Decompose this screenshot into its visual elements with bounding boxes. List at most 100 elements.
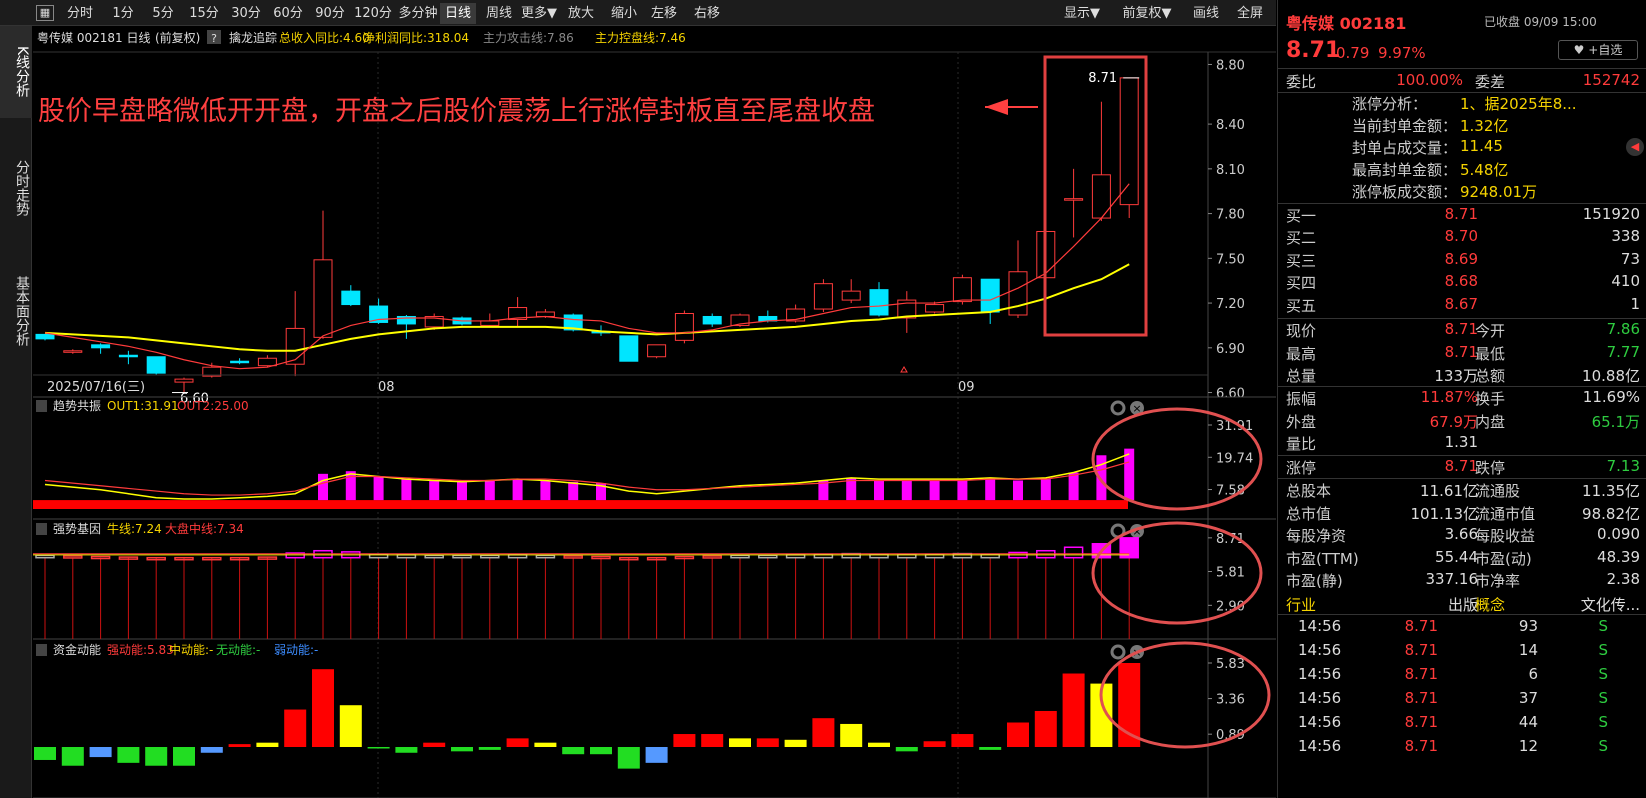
energy-bar-9 [284,709,307,747]
energy-bar-18 [534,742,557,747]
tick-side-4: S [1598,713,1608,731]
header-item-3: 主力控盘线:7.46 [595,30,686,45]
candle-body-33 [952,277,972,303]
tick-time-2: 14:56 [1298,665,1342,683]
energy-bar-10 [312,669,334,747]
sep-buys [1278,203,1646,204]
toolbar-right-2[interactable]: 画线 [1188,3,1224,24]
tab-intraday[interactable]: 分时走势 [0,142,32,234]
stats4-value2-0: 11.35亿 [1582,482,1640,500]
trend-bar-17 [512,479,523,501]
energy-bar-25 [729,738,751,747]
toolbar-right-0[interactable]: 显示▼ [1056,3,1108,24]
energy-bar-14 [423,742,446,747]
analysis-label-4: 涨停板成交额： [1352,183,1458,201]
sep-weibi [1278,68,1646,69]
toolbar-item-1[interactable]: 1分 [105,3,141,24]
energy-bar-11 [339,705,362,747]
stats1-value-1: 8.71 [1444,342,1478,361]
stats1-value2-2: 10.88亿 [1582,367,1640,385]
trend-bar-39 [1124,448,1135,501]
toolbar-item-15[interactable]: 右移 [688,3,726,24]
buy-price-0: 8.71 [1444,205,1478,223]
candle-body-21 [619,335,639,362]
toolbar-item-7[interactable]: 120分 [352,3,394,24]
stats2-label2-1: 内盘 [1475,412,1506,431]
stats4-value-4: 337.16 [1425,570,1479,588]
toolbar-item-12[interactable]: 放大 [561,3,601,24]
collapse-arrow-icon[interactable]: ◀ [1626,138,1644,156]
candle-body-16 [480,320,500,326]
candle-body-5 [174,378,194,383]
stats1-label2-1: 最低 [1475,344,1506,363]
analysis-value-2: 11.45 [1460,137,1503,155]
panel-2-item-3: 弱动能:- [274,643,318,657]
stats2-value2-1: 65.1万 [1591,412,1640,431]
help-icon-label: ? [211,32,217,45]
toolbar-item-2[interactable]: 5分 [144,3,182,24]
date-label-2: 09 [958,380,975,395]
energy-bar-30 [868,742,890,747]
sep-stats4 [1278,478,1646,479]
toolbar-right-3[interactable]: 全屏 [1232,3,1268,24]
buy-label-2: 买三 [1286,251,1317,270]
trend-bar-30 [874,480,884,501]
buy-price-1: 8.70 [1444,227,1478,246]
toolbar-item-3[interactable]: 15分 [185,3,223,24]
market-status: 已收盘 09/09 15:00 [1484,15,1597,29]
toolbar-item-0[interactable]: 分时 [60,3,100,24]
energy-bar-24 [701,734,724,747]
stats4-label-1: 总市值 [1286,504,1332,523]
energy-bar-17 [506,738,529,747]
candle-body-2 [91,344,111,349]
annotation-text: 股价早盘略微低开开盘，开盘之后股价震荡上行涨停封板直至尾盘收盘 [38,96,875,127]
grid-icon[interactable]: ▦ [36,5,54,21]
add-watchlist-button[interactable]: ♥ +自选 [1558,40,1638,60]
toolbar-item-4[interactable]: 30分 [226,3,266,24]
tab-kline-analysis[interactable]: K线分析 [0,26,32,118]
sep-stats1 [1278,318,1646,319]
energy-bar-34 [979,747,1002,750]
candle-body-30 [869,289,889,316]
toolbar-item-14[interactable]: 左移 [645,3,683,24]
stats1-value2-0: 7.86 [1606,320,1640,338]
analysis-label-0: 涨停分析： [1352,95,1428,113]
stats4-label-4: 市盈(静) [1286,572,1343,590]
chart-area[interactable]: 粤传媒 002181 日线 (前复权)? 擒龙追踪 总收入同比:4.60 净利润同比:3… [33,27,1276,798]
stats2-value-1: 67.9万 [1429,412,1478,431]
energy-bar-19 [562,747,585,755]
main-ylabel-2: 8.10 [1216,163,1245,178]
toolbar-right-1[interactable]: 前复权▼ [1116,3,1178,24]
toolbar-item-10[interactable]: 周线 [480,3,518,24]
concept-label: 概念 [1475,596,1506,614]
period-toolbar: ▦ 分时 1分 5分 15分 30分 60分 90分 120分 多分钟 日线 周线 更多▼ 放大 缩小 左移… [0,0,1276,26]
stats4-value-2: 3.66 [1444,525,1478,543]
panel-help-icon-2 [36,644,47,656]
toolbar-item-5[interactable]: 60分 [269,3,307,24]
toolbar-item-8[interactable]: 多分钟 [396,3,440,24]
stats2-label2-0: 换手 [1475,390,1506,408]
high-price-label: 8.71 [1088,71,1117,86]
candle-body-22 [647,344,667,358]
candle-body-29 [841,290,861,301]
toolbar-item-11[interactable]: 更多▼ [519,3,559,24]
toolbar-item-13[interactable]: 缩小 [605,3,643,24]
add-watchlist-label: +自选 [1588,43,1623,57]
candle-body-11 [341,290,361,306]
sep-stats2 [1278,386,1646,387]
panel-2-item-0: 强动能:5.83 [107,643,174,657]
energy-bar-31 [895,747,918,752]
kline-chart[interactable]: 粤传媒 002181 日线 (前复权)? 擒龙追踪 总收入同比:4.60净利润同比:3… [33,27,1276,798]
energy-bar-8 [256,742,279,747]
analysis-value-0: 1、据2025年8... [1460,95,1577,113]
tick-price-1: 8.71 [1404,641,1438,659]
toolbar-item-6[interactable]: 90分 [311,3,349,24]
panel-help-icon-1 [36,523,47,535]
energy-bar-20 [590,747,612,755]
tab-fundamentals[interactable]: 基本面分析 [0,251,32,371]
energy-bar-32 [923,741,946,747]
candle-body-0 [35,333,55,340]
stats4-label-2: 每股净资 [1286,527,1347,545]
toolbar-item-9[interactable]: 日线 [440,3,476,24]
stats4-label-0: 总股本 [1286,482,1332,500]
